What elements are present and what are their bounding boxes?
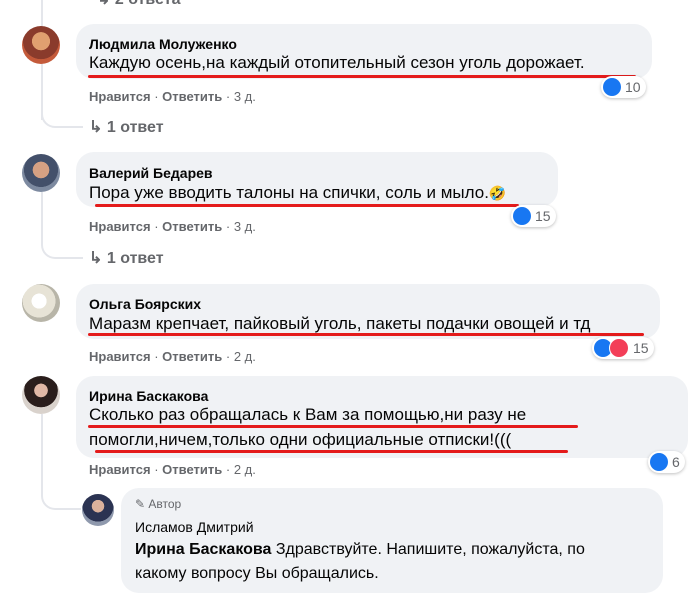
reply-text-line: какому вопросу Вы обращались. bbox=[135, 565, 379, 582]
reaction-badge[interactable]: 15 bbox=[511, 205, 556, 227]
comment-actions: Нравится · Ответить · 2 д. bbox=[89, 462, 256, 477]
avatar[interactable] bbox=[82, 494, 114, 526]
laughing-icon: 🤣 bbox=[488, 185, 507, 201]
comment-author[interactable]: Валерий Бедарев bbox=[89, 165, 213, 181]
avatar[interactable] bbox=[22, 376, 60, 414]
red-underline bbox=[88, 75, 636, 78]
reply-button[interactable]: Ответить bbox=[162, 219, 222, 234]
avatar[interactable] bbox=[22, 26, 60, 64]
reaction-count: 10 bbox=[625, 79, 641, 95]
thread-curve bbox=[41, 64, 83, 128]
comment-actions: Нравится · Ответить · 3 д. bbox=[89, 89, 256, 104]
reaction-badge[interactable]: 10 bbox=[601, 76, 646, 98]
comment-text-line: Сколько раз обращалась к Вам за помощью,… bbox=[89, 405, 527, 424]
comment-author[interactable]: Ольга Боярских bbox=[89, 296, 201, 312]
red-underline bbox=[95, 450, 568, 453]
replies-link-top[interactable]: ↳ 2 ответа bbox=[97, 0, 180, 9]
like-button[interactable]: Нравится bbox=[89, 219, 151, 234]
comment-actions: Нравится · Ответить · 2 д. bbox=[89, 349, 256, 364]
red-underline bbox=[88, 425, 578, 428]
timestamp[interactable]: 2 д. bbox=[234, 462, 256, 477]
comment-text: Пора уже вводить талоны на спички, соль … bbox=[89, 183, 507, 202]
like-button[interactable]: Нравится bbox=[89, 462, 151, 477]
like-button[interactable]: Нравится bbox=[89, 349, 151, 364]
comment-text-line: помогли,ничем,только одни официальные от… bbox=[89, 430, 512, 449]
like-button[interactable]: Нравится bbox=[89, 89, 151, 104]
comment-actions: Нравится · Ответить · 3 д. bbox=[89, 219, 256, 234]
timestamp[interactable]: 3 д. bbox=[234, 89, 256, 104]
reaction-count: 15 bbox=[535, 208, 551, 224]
thread-curve bbox=[41, 192, 83, 259]
thread-curve bbox=[41, 414, 81, 510]
reaction-count: 15 bbox=[633, 340, 649, 356]
thumbs-up-icon bbox=[603, 78, 621, 96]
thumbs-up-icon bbox=[650, 453, 668, 471]
reply-text-line: Ирина Баскакова Здравствуйте. Напишите, … bbox=[135, 541, 585, 558]
timestamp[interactable]: 2 д. bbox=[234, 349, 256, 364]
reply-arrow-icon: ↳ bbox=[89, 119, 103, 136]
timestamp[interactable]: 3 д. bbox=[234, 219, 256, 234]
avatar[interactable] bbox=[22, 284, 60, 322]
reply-arrow-icon: ↳ bbox=[97, 0, 110, 8]
comment-author[interactable]: Людмила Молуженко bbox=[89, 36, 237, 52]
reaction-badge[interactable]: 6 bbox=[648, 451, 685, 473]
replies-link[interactable]: ↳ 1 ответ bbox=[89, 117, 164, 137]
reply-button[interactable]: Ответить bbox=[162, 462, 222, 477]
red-underline bbox=[88, 333, 644, 336]
author-badge: ✎ Автор bbox=[135, 497, 182, 511]
comment-text: Каждую осень,на каждый отопительный сезо… bbox=[89, 53, 585, 72]
avatar[interactable] bbox=[22, 154, 60, 192]
reaction-count: 6 bbox=[672, 454, 680, 470]
reply-button[interactable]: Ответить bbox=[162, 349, 222, 364]
thumbs-up-icon bbox=[513, 207, 531, 225]
replies-link[interactable]: ↳ 1 ответ bbox=[89, 248, 164, 268]
comment-author[interactable]: Ирина Баскакова bbox=[89, 388, 208, 404]
reply-author[interactable]: Исламов Дмитрий bbox=[135, 519, 254, 535]
mention-link[interactable]: Ирина Баскакова bbox=[135, 541, 271, 558]
red-underline bbox=[95, 204, 519, 207]
heart-icon bbox=[609, 338, 629, 358]
reply-button[interactable]: Ответить bbox=[162, 89, 222, 104]
reply-arrow-icon: ↳ bbox=[89, 250, 103, 267]
reaction-badge[interactable]: 15 bbox=[592, 337, 654, 359]
pencil-icon: ✎ bbox=[135, 497, 146, 511]
